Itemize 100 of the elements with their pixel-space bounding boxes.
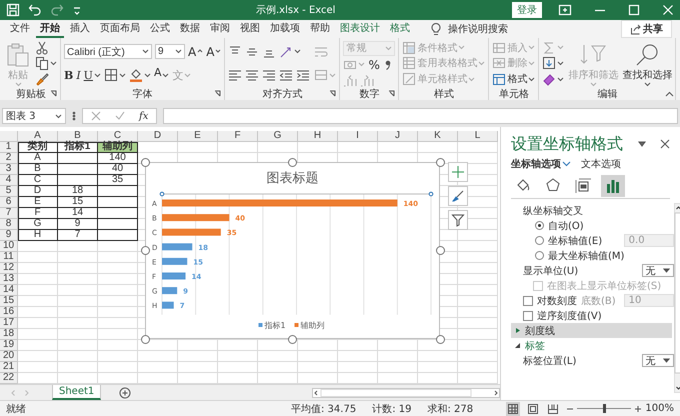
column-header[interactable]: E <box>178 131 218 142</box>
formula-field[interactable] <box>163 108 678 124</box>
row-header[interactable]: 19 <box>0 340 18 351</box>
chart-title[interactable]: 图表标题 <box>266 171 318 186</box>
border-button[interactable] <box>104 68 126 82</box>
row-header[interactable]: 22 <box>0 373 18 384</box>
undo-icon[interactable] <box>28 3 42 17</box>
zoom-level[interactable]: 100% <box>645 403 674 414</box>
column-header[interactable]: I <box>338 131 378 142</box>
row-header[interactable]: 13 <box>0 274 18 285</box>
ribbon-tab[interactable]: 页面布局 <box>96 20 144 38</box>
chart-elements-button[interactable] <box>448 162 468 182</box>
fill-button[interactable] <box>542 56 564 70</box>
bold-button[interactable]: B <box>64 67 74 84</box>
dropdown[interactable]: 无 <box>642 264 674 277</box>
ribbon-tab[interactable]: 审阅 <box>206 20 234 38</box>
row-header[interactable]: 7 <box>0 208 18 219</box>
ribbon-display-icon[interactable] <box>558 4 572 16</box>
tell-me-search[interactable]: 操作说明搜索 <box>448 22 508 36</box>
view-button[interactable] <box>546 402 560 416</box>
section-header[interactable]: 刻度线 <box>511 323 672 338</box>
decrease-indent-button[interactable] <box>279 68 294 82</box>
underline-button[interactable]: U <box>84 67 101 84</box>
selection-handle[interactable] <box>436 158 444 166</box>
ribbon-tab[interactable]: 数据 <box>176 20 204 38</box>
row-header[interactable]: 20 <box>0 351 18 362</box>
row-header[interactable]: 18 <box>0 329 18 340</box>
align-left-button[interactable] <box>228 68 242 82</box>
pane-icon-tab[interactable] <box>601 174 625 196</box>
format-button[interactable]: 格式 <box>492 72 536 86</box>
selection-handle[interactable] <box>140 158 150 166</box>
checkbox[interactable] <box>523 310 533 320</box>
selection-handle[interactable] <box>140 246 150 255</box>
column-header[interactable]: G <box>258 131 298 142</box>
add-sheet-icon[interactable] <box>119 386 132 398</box>
row-header[interactable]: 21 <box>0 362 18 373</box>
row-header[interactable]: 4 <box>0 175 18 186</box>
column-header[interactable]: H <box>298 131 338 142</box>
chart-filters-button[interactable] <box>448 210 468 230</box>
find-select-button[interactable]: 查找和选择 <box>622 42 672 86</box>
launcher-icon[interactable] <box>50 90 57 97</box>
sheet-tab[interactable]: Sheet1 <box>52 385 102 400</box>
row-header[interactable]: 3 <box>0 164 18 175</box>
radio-button[interactable] <box>535 236 544 245</box>
font-size-field[interactable]: 9 <box>155 44 185 60</box>
row-header[interactable]: 11 <box>0 252 18 263</box>
selection-handle[interactable] <box>140 334 150 344</box>
ribbon-tab[interactable]: 插入 <box>66 20 94 38</box>
sign-in-button[interactable]: 登录 <box>512 2 542 18</box>
align-right-button[interactable] <box>262 68 276 82</box>
ribbon-tab[interactable]: 加载项 <box>266 20 304 38</box>
caret-icon[interactable] <box>638 141 646 147</box>
row-header[interactable]: 8 <box>0 219 18 230</box>
font-field[interactable]: Calibri (正文) <box>64 44 152 60</box>
italic-button[interactable]: I <box>76 67 81 84</box>
share-button[interactable]: 共享 <box>621 20 672 38</box>
launcher-icon[interactable] <box>214 90 222 97</box>
vertical-scrollbar[interactable] <box>674 203 680 393</box>
view-button[interactable] <box>506 402 520 416</box>
align-center-button[interactable] <box>245 68 260 82</box>
grow-font-button[interactable]: A <box>188 44 204 60</box>
chart-styles-button[interactable] <box>448 186 468 206</box>
launcher-icon[interactable] <box>388 90 396 97</box>
horizontal-scrollbar[interactable] <box>312 388 500 398</box>
row-header[interactable]: 17 <box>0 318 18 329</box>
maximize-icon[interactable] <box>628 4 640 16</box>
column-header[interactable]: K <box>418 131 458 142</box>
copy-button[interactable] <box>35 56 57 70</box>
row-header[interactable]: 10 <box>0 241 18 252</box>
dropdown[interactable]: 无 <box>642 354 674 367</box>
launcher-icon[interactable] <box>329 90 336 97</box>
ribbon-tab[interactable]: 格式 <box>386 20 414 38</box>
comma-style-button[interactable] <box>382 58 393 72</box>
row-header[interactable]: 14 <box>0 285 18 296</box>
radio-button[interactable] <box>535 251 544 260</box>
column-header[interactable]: D <box>138 131 178 142</box>
zoom-in-icon[interactable] <box>634 404 642 412</box>
radio-button[interactable] <box>535 221 544 230</box>
row-header[interactable]: 12 <box>0 263 18 274</box>
column-header[interactable]: F <box>218 131 258 142</box>
ribbon-tab[interactable]: 图表设计 <box>336 20 384 38</box>
row-header[interactable]: 15 <box>0 296 18 307</box>
save-icon[interactable] <box>6 3 20 17</box>
ribbon-tab[interactable]: 帮助 <box>306 20 334 38</box>
legend-label[interactable]: 辅助列 <box>300 321 324 330</box>
column-header[interactable]: A <box>18 131 58 142</box>
column-header[interactable]: B <box>58 131 98 142</box>
close-icon[interactable] <box>660 139 670 149</box>
selection-handle[interactable] <box>288 158 297 166</box>
row-header[interactable]: 5 <box>0 186 18 197</box>
pane-tab[interactable]: 坐标轴选项 <box>511 157 571 171</box>
cut-button[interactable] <box>35 40 49 55</box>
orientation-button[interactable] <box>279 44 302 59</box>
ribbon-tab[interactable]: 视图 <box>236 20 264 38</box>
splitter-icon[interactable] <box>72 110 76 122</box>
column-header[interactable]: L <box>458 131 498 142</box>
legend-label[interactable]: 指标1 <box>264 321 286 330</box>
row-header[interactable]: 2 <box>0 153 18 164</box>
ribbon-tab[interactable]: 公式 <box>146 20 174 38</box>
name-box[interactable]: 图表 3 <box>2 108 66 124</box>
